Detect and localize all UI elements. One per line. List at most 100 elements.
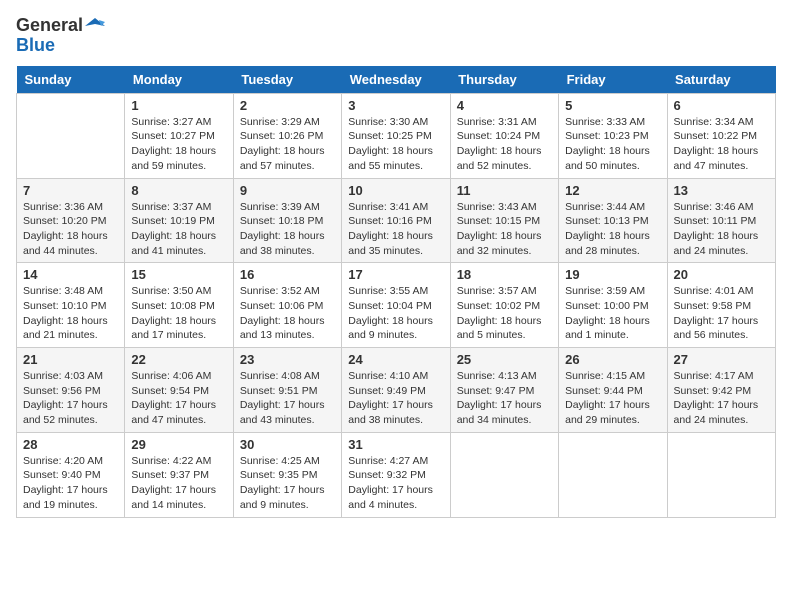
date-number: 22 (131, 352, 226, 367)
calendar-cell (17, 93, 125, 178)
date-number: 7 (23, 183, 118, 198)
cell-content: Sunrise: 3:29 AM Sunset: 10:26 PM Daylig… (240, 115, 335, 174)
calendar-cell: 8 Sunrise: 3:37 AM Sunset: 10:19 PM Dayli… (125, 178, 233, 263)
calendar-cell: 28Sunrise: 4:20 AM Sunset: 9:40 PM Dayli… (17, 432, 125, 517)
date-number: 17 (348, 267, 443, 282)
date-number: 2 (240, 98, 335, 113)
calendar-cell: 10 Sunrise: 3:41 AM Sunset: 10:16 PM Dayl… (342, 178, 450, 263)
date-number: 11 (457, 183, 552, 198)
calendar-cell: 16 Sunrise: 3:52 AM Sunset: 10:06 PM Dayl… (233, 263, 341, 348)
calendar-cell: 7 Sunrise: 3:36 AM Sunset: 10:20 PM Dayli… (17, 178, 125, 263)
cell-content: Sunrise: 4:08 AM Sunset: 9:51 PM Dayligh… (240, 369, 335, 428)
logo-general-text: General (16, 16, 83, 36)
day-header-monday: Monday (125, 66, 233, 94)
date-number: 31 (348, 437, 443, 452)
calendar-cell: 18Sunrise: 3:57 AM Sunset: 10:02 PM Dayl… (450, 263, 558, 348)
date-number: 10 (348, 183, 443, 198)
date-number: 5 (565, 98, 660, 113)
calendar-cell: 30 Sunrise: 4:25 AM Sunset: 9:35 PM Dayli… (233, 432, 341, 517)
date-number: 19 (565, 267, 660, 282)
calendar-cell: 24 Sunrise: 4:10 AM Sunset: 9:49 PM Dayli… (342, 348, 450, 433)
cell-content: Sunrise: 3:59 AM Sunset: 10:00 PM Daylig… (565, 284, 660, 343)
cell-content: Sunrise: 3:55 AM Sunset: 10:04 PM Daylig… (348, 284, 443, 343)
calendar-cell: 21 Sunrise: 4:03 AM Sunset: 9:56 PM Dayli… (17, 348, 125, 433)
calendar-cell: 23 Sunrise: 4:08 AM Sunset: 9:51 PM Dayli… (233, 348, 341, 433)
cell-content: Sunrise: 3:44 AM Sunset: 10:13 PM Daylig… (565, 200, 660, 259)
calendar-cell: 27 Sunrise: 4:17 AM Sunset: 9:42 PM Dayli… (667, 348, 775, 433)
cell-content: Sunrise: 3:46 AM Sunset: 10:11 PM Daylig… (674, 200, 769, 259)
cell-content: Sunrise: 4:01 AM Sunset: 9:58 PM Dayligh… (674, 284, 769, 343)
date-number: 23 (240, 352, 335, 367)
cell-content: Sunrise: 4:22 AM Sunset: 9:37 PM Dayligh… (131, 454, 226, 513)
calendar-table: SundayMondayTuesdayWednesdayThursdayFrid… (16, 66, 776, 518)
cell-content: Sunrise: 3:57 AM Sunset: 10:02 PM Daylig… (457, 284, 552, 343)
date-number: 1 (131, 98, 226, 113)
calendar-cell: 17 Sunrise: 3:55 AM Sunset: 10:04 PM Dayl… (342, 263, 450, 348)
calendar-week-5: 28Sunrise: 4:20 AM Sunset: 9:40 PM Dayli… (17, 432, 776, 517)
cell-content: Sunrise: 3:30 AM Sunset: 10:25 PM Daylig… (348, 115, 443, 174)
date-number: 26 (565, 352, 660, 367)
cell-content: Sunrise: 3:37 AM Sunset: 10:19 PM Daylig… (131, 200, 226, 259)
calendar-cell: 5 Sunrise: 3:33 AM Sunset: 10:23 PM Dayli… (559, 93, 667, 178)
date-number: 3 (348, 98, 443, 113)
day-header-sunday: Sunday (17, 66, 125, 94)
cell-content: Sunrise: 3:39 AM Sunset: 10:18 PM Daylig… (240, 200, 335, 259)
calendar-cell: 9Sunrise: 3:39 AM Sunset: 10:18 PM Dayli… (233, 178, 341, 263)
logo-blue-text: Blue (16, 36, 105, 56)
date-number: 6 (674, 98, 769, 113)
cell-content: Sunrise: 3:41 AM Sunset: 10:16 PM Daylig… (348, 200, 443, 259)
calendar-cell: 31 Sunrise: 4:27 AM Sunset: 9:32 PM Dayli… (342, 432, 450, 517)
calendar-cell: 26 Sunrise: 4:15 AM Sunset: 9:44 PM Dayli… (559, 348, 667, 433)
cell-content: Sunrise: 3:34 AM Sunset: 10:22 PM Daylig… (674, 115, 769, 174)
date-number: 29 (131, 437, 226, 452)
day-header-wednesday: Wednesday (342, 66, 450, 94)
calendar-week-4: 21 Sunrise: 4:03 AM Sunset: 9:56 PM Dayli… (17, 348, 776, 433)
logo-bird-icon (85, 16, 105, 36)
cell-content: Sunrise: 4:25 AM Sunset: 9:35 PM Dayligh… (240, 454, 335, 513)
date-number: 25 (457, 352, 552, 367)
calendar-cell (559, 432, 667, 517)
cell-content: Sunrise: 3:27 AM Sunset: 10:27 PM Daylig… (131, 115, 226, 174)
date-number: 14 (23, 267, 118, 282)
logo-container: General Blue (16, 16, 105, 56)
day-header-tuesday: Tuesday (233, 66, 341, 94)
date-number: 21 (23, 352, 118, 367)
date-number: 12 (565, 183, 660, 198)
date-number: 20 (674, 267, 769, 282)
cell-content: Sunrise: 3:52 AM Sunset: 10:06 PM Daylig… (240, 284, 335, 343)
logo: General Blue (16, 16, 105, 56)
cell-content: Sunrise: 4:17 AM Sunset: 9:42 PM Dayligh… (674, 369, 769, 428)
cell-content: Sunrise: 3:48 AM Sunset: 10:10 PM Daylig… (23, 284, 118, 343)
date-number: 24 (348, 352, 443, 367)
date-number: 30 (240, 437, 335, 452)
page-header: General Blue (16, 16, 776, 56)
calendar-cell (450, 432, 558, 517)
cell-content: Sunrise: 4:13 AM Sunset: 9:47 PM Dayligh… (457, 369, 552, 428)
date-number: 15 (131, 267, 226, 282)
calendar-cell: 19 Sunrise: 3:59 AM Sunset: 10:00 PM Dayl… (559, 263, 667, 348)
calendar-cell: 2 Sunrise: 3:29 AM Sunset: 10:26 PM Dayli… (233, 93, 341, 178)
date-number: 16 (240, 267, 335, 282)
calendar-cell: 6 Sunrise: 3:34 AM Sunset: 10:22 PM Dayli… (667, 93, 775, 178)
cell-content: Sunrise: 3:43 AM Sunset: 10:15 PM Daylig… (457, 200, 552, 259)
date-number: 27 (674, 352, 769, 367)
cell-content: Sunrise: 3:50 AM Sunset: 10:08 PM Daylig… (131, 284, 226, 343)
calendar-week-2: 7 Sunrise: 3:36 AM Sunset: 10:20 PM Dayli… (17, 178, 776, 263)
calendar-cell: 13Sunrise: 3:46 AM Sunset: 10:11 PM Dayl… (667, 178, 775, 263)
date-number: 4 (457, 98, 552, 113)
cell-content: Sunrise: 3:33 AM Sunset: 10:23 PM Daylig… (565, 115, 660, 174)
calendar-cell: 25 Sunrise: 4:13 AM Sunset: 9:47 PM Dayli… (450, 348, 558, 433)
calendar-week-3: 14 Sunrise: 3:48 AM Sunset: 10:10 PM Dayl… (17, 263, 776, 348)
calendar-cell: 1 Sunrise: 3:27 AM Sunset: 10:27 PM Dayli… (125, 93, 233, 178)
calendar-cell: 11 Sunrise: 3:43 AM Sunset: 10:15 PM Dayl… (450, 178, 558, 263)
cell-content: Sunrise: 4:10 AM Sunset: 9:49 PM Dayligh… (348, 369, 443, 428)
cell-content: Sunrise: 4:03 AM Sunset: 9:56 PM Dayligh… (23, 369, 118, 428)
cell-content: Sunrise: 4:27 AM Sunset: 9:32 PM Dayligh… (348, 454, 443, 513)
header-row: SundayMondayTuesdayWednesdayThursdayFrid… (17, 66, 776, 94)
cell-content: Sunrise: 4:06 AM Sunset: 9:54 PM Dayligh… (131, 369, 226, 428)
date-number: 28 (23, 437, 118, 452)
date-number: 8 (131, 183, 226, 198)
day-header-thursday: Thursday (450, 66, 558, 94)
cell-content: Sunrise: 4:15 AM Sunset: 9:44 PM Dayligh… (565, 369, 660, 428)
cell-content: Sunrise: 3:36 AM Sunset: 10:20 PM Daylig… (23, 200, 118, 259)
